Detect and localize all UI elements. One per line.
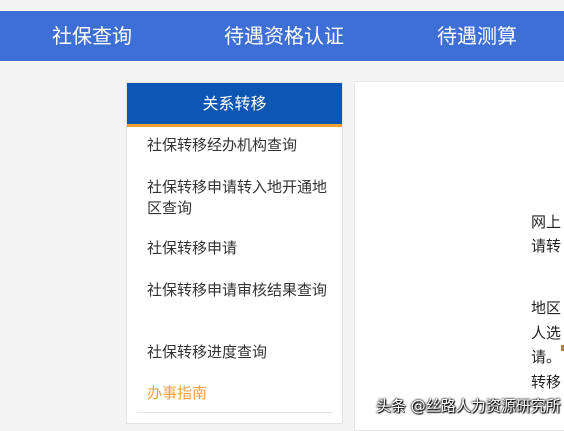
sidebar-item-transfer-apply[interactable]: 社保转移申请 [147, 238, 332, 259]
sidebar-item-review-result-query[interactable]: 社保转移申请审核结果查询 [147, 280, 332, 301]
content-text-line: 请转 [531, 237, 562, 255]
content-text-line: 请。 [531, 348, 562, 366]
sidebar-item-agency-query[interactable]: 社保转移经办机构查询 [147, 135, 332, 156]
nav-social-security-query[interactable]: 社保查询 [52, 11, 132, 61]
nav-benefit-calculation[interactable]: 待遇测算 [437, 11, 517, 61]
sidebar-item-service-guide[interactable]: 办事指南 [147, 383, 332, 404]
content-text-line: 转移 [531, 373, 562, 391]
sidebar-divider [137, 412, 332, 413]
content-panel: 网上 请转 地区 人选 请。 转移 [354, 81, 564, 431]
content-text-line: 人选 [531, 324, 562, 342]
sidebar-item-progress-query[interactable]: 社保转移进度查询 [147, 342, 332, 363]
content-text-line: 网上 [531, 213, 562, 231]
sidebar: 关系转移 社保转移经办机构查询 社保转移申请转入地开通地区查询 社保转移申请 社… [126, 82, 343, 424]
content-text-line: 地区 [531, 299, 562, 317]
sidebar-title: 关系转移 [127, 83, 342, 127]
watermark-text: 头条 @丝路人力资源研究所 [376, 397, 561, 415]
top-navigation-bar: 社保查询 待遇资格认证 待遇测算 [0, 11, 564, 61]
sidebar-item-open-region-query[interactable]: 社保转移申请转入地开通地区查询 [147, 177, 332, 219]
nav-benefit-qualification[interactable]: 待遇资格认证 [224, 11, 344, 61]
